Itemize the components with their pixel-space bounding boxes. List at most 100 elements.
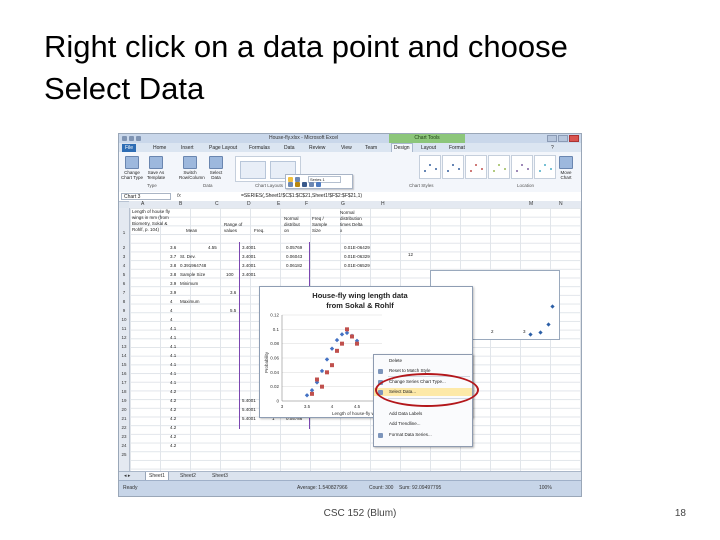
chart-style-thumbnail[interactable] xyxy=(511,155,533,179)
cell-c[interactable]: 3.4001 xyxy=(242,245,256,250)
cell-a[interactable]: 4.2 xyxy=(170,407,176,412)
cell-a[interactable]: 4.2 xyxy=(170,434,176,439)
cell-a[interactable]: 3.9 xyxy=(170,290,176,295)
formula-input[interactable]: =SERIES(,Sheet1!$C$1:$C$21,Sheet1!$F$2:$… xyxy=(241,193,362,199)
bg-chart-point[interactable] xyxy=(538,330,543,335)
cell-b3[interactable]: St. Dev. xyxy=(180,254,196,259)
row-header[interactable]: 6 xyxy=(119,281,129,286)
row-header[interactable]: 7 xyxy=(119,290,129,295)
cell-d1[interactable]: Freq. xyxy=(254,228,265,233)
sheet-tab-3[interactable]: Sheet3 xyxy=(209,472,231,480)
data-point[interactable] xyxy=(335,348,339,353)
chart-style-thumbnail[interactable] xyxy=(465,155,487,179)
cell-e1[interactable]: on xyxy=(284,228,289,233)
maximize-button[interactable] xyxy=(558,135,568,142)
chart-style-thumbnail[interactable] xyxy=(488,155,510,179)
bg-chart-point[interactable] xyxy=(550,304,555,309)
cell-a[interactable]: 4.1 xyxy=(170,380,176,385)
help-icon[interactable]: ? xyxy=(551,144,554,152)
cell-c[interactable]: 5.4001 xyxy=(242,416,256,421)
cell-a[interactable]: 3.8 xyxy=(170,263,176,268)
row-header[interactable]: 23 xyxy=(119,434,129,439)
row-header[interactable]: 13 xyxy=(119,344,129,349)
row-header[interactable]: 10 xyxy=(119,317,129,322)
name-box[interactable]: Chart 3 xyxy=(121,193,171,200)
column-header[interactable]: M xyxy=(529,201,533,208)
row-header[interactable]: 8 xyxy=(119,299,129,304)
row-header[interactable]: 9 xyxy=(119,308,129,313)
column-header[interactable]: F xyxy=(305,201,308,208)
data-point[interactable] xyxy=(330,363,334,368)
row-header[interactable]: 25 xyxy=(119,452,129,457)
shape-fill-icon[interactable] xyxy=(295,182,300,187)
row-header[interactable]: 3 xyxy=(119,254,129,259)
save-as-template-button[interactable]: Save As Template xyxy=(145,156,167,180)
column-header[interactable]: C xyxy=(215,201,219,208)
cell-a1[interactable]: Rohlf, p. 104) xyxy=(132,227,159,232)
data-point[interactable] xyxy=(340,341,344,346)
tab-formulas[interactable]: Formulas xyxy=(249,144,270,152)
data-point[interactable] xyxy=(315,377,319,382)
data-point[interactable] xyxy=(310,391,314,396)
column-header[interactable]: N xyxy=(559,201,563,208)
change-chart-type-button[interactable]: Change Chart Type xyxy=(121,156,143,180)
row-header[interactable]: 22 xyxy=(119,425,129,430)
cell-a[interactable]: 3.6 xyxy=(170,245,176,250)
row-header[interactable]: 4 xyxy=(119,263,129,268)
tab-layout[interactable]: Layout xyxy=(421,144,436,152)
data-point[interactable] xyxy=(355,341,359,346)
row-header[interactable]: 11 xyxy=(119,326,129,331)
layout-thumbnail[interactable] xyxy=(240,161,266,179)
cell-a[interactable]: 4.2 xyxy=(170,416,176,421)
data-point[interactable] xyxy=(334,337,340,343)
chart-type-mini-icon[interactable] xyxy=(309,182,314,187)
row-header[interactable]: 14 xyxy=(119,353,129,358)
data-point[interactable] xyxy=(309,388,315,393)
tab-format[interactable]: Format xyxy=(449,144,465,152)
cell-a[interactable]: 3.9 xyxy=(170,281,176,286)
fx-icon[interactable]: fx xyxy=(177,193,181,199)
cell-g[interactable]: 0.01E-06429 xyxy=(344,245,370,250)
menu-item-delete[interactable]: Delete xyxy=(374,357,472,365)
cell-a[interactable]: 4.1 xyxy=(170,335,176,340)
cell-b6[interactable]: Minimum xyxy=(180,281,198,286)
row-header[interactable]: 15 xyxy=(119,362,129,367)
tab-review[interactable]: Review xyxy=(309,144,325,152)
data-point[interactable] xyxy=(350,334,354,339)
cell-g[interactable]: 0.01E-06529 xyxy=(344,263,370,268)
row-header[interactable]: 17 xyxy=(119,380,129,385)
undo-icon[interactable] xyxy=(136,136,141,141)
cell-b2[interactable]: 4.55 xyxy=(208,245,217,250)
cell-a[interactable]: 4.2 xyxy=(170,389,176,394)
cell-b1[interactable]: Mean xyxy=(186,228,197,233)
cell-a[interactable]: 3.7 xyxy=(170,254,176,259)
sheet-nav-icon[interactable]: ◂ ▸ xyxy=(121,472,133,480)
save-icon[interactable] xyxy=(129,136,134,141)
row-header[interactable]: 1 xyxy=(119,230,129,235)
cell-f1[interactable]: Sample xyxy=(312,222,327,227)
quick-layout-icon[interactable] xyxy=(316,182,321,187)
cell-a[interactable]: 4 xyxy=(170,299,173,304)
sheet-tab-2[interactable]: Sheet2 xyxy=(177,472,199,480)
cell-c[interactable]: 3.4001 xyxy=(242,254,256,259)
cell-e1[interactable]: Normal xyxy=(284,216,299,221)
column-header[interactable]: E xyxy=(277,201,280,208)
zoom-level[interactable]: 100% xyxy=(539,485,552,491)
shape-outline-icon[interactable] xyxy=(302,182,307,187)
cell-f1[interactable]: Freq / xyxy=(312,216,324,221)
cell-a1[interactable]: Length of house fly xyxy=(132,209,170,214)
data-point[interactable] xyxy=(325,370,329,375)
tab-team[interactable]: Team xyxy=(365,144,377,152)
format-icon[interactable] xyxy=(288,182,293,187)
tab-data[interactable]: Data xyxy=(284,144,295,152)
menu-item-add-data-labels[interactable]: Add Data Labels xyxy=(374,410,472,418)
cell-g1[interactable]: Normal xyxy=(340,210,355,215)
cell-c1[interactable]: Range of xyxy=(224,222,242,227)
row-header[interactable]: 19 xyxy=(119,398,129,403)
data-point[interactable] xyxy=(344,330,350,336)
row-header[interactable]: 5 xyxy=(119,272,129,277)
tab-view[interactable]: View xyxy=(341,144,352,152)
column-header[interactable]: B xyxy=(179,201,182,208)
cell-c6[interactable]: 3.6 xyxy=(230,290,236,295)
cell-a[interactable]: 4.1 xyxy=(170,371,176,376)
